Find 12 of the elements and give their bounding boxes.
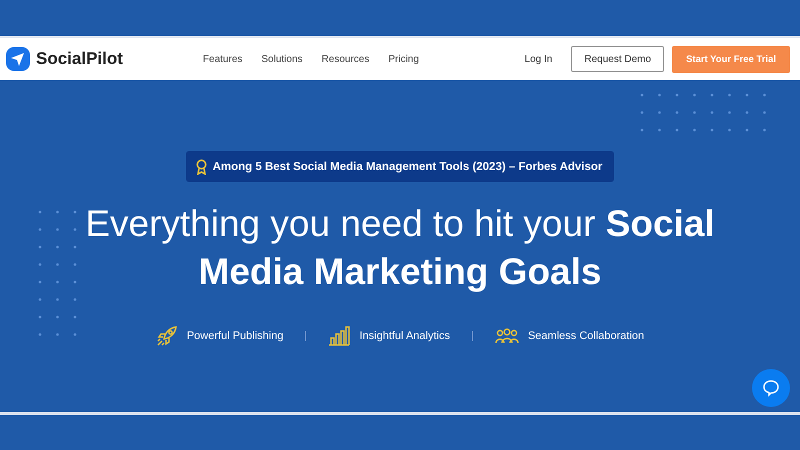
nav-link[interactable]: Resources (322, 54, 370, 64)
award-text: Among 5 Best Social Media Management Tools (2023) – Forbes Advisor (212, 160, 602, 172)
feature-label: Insightful Analytics (359, 330, 450, 342)
nav-link[interactable]: Solutions (261, 54, 303, 64)
headline: Everything you need to hit your Social Media Marketing Goals (84, 202, 716, 294)
feature-label: Powerful Publishing (186, 330, 284, 342)
feature-label: Seamless Collaboration (528, 330, 644, 342)
nav-link[interactable]: Features (202, 54, 242, 64)
request-demo-button[interactable]: Request Demo (571, 46, 664, 72)
nav-link[interactable]: Pricing (388, 54, 419, 64)
brand-name[interactable]: SocialPilot (36, 49, 123, 69)
login-link[interactable]: Log In (524, 54, 552, 64)
